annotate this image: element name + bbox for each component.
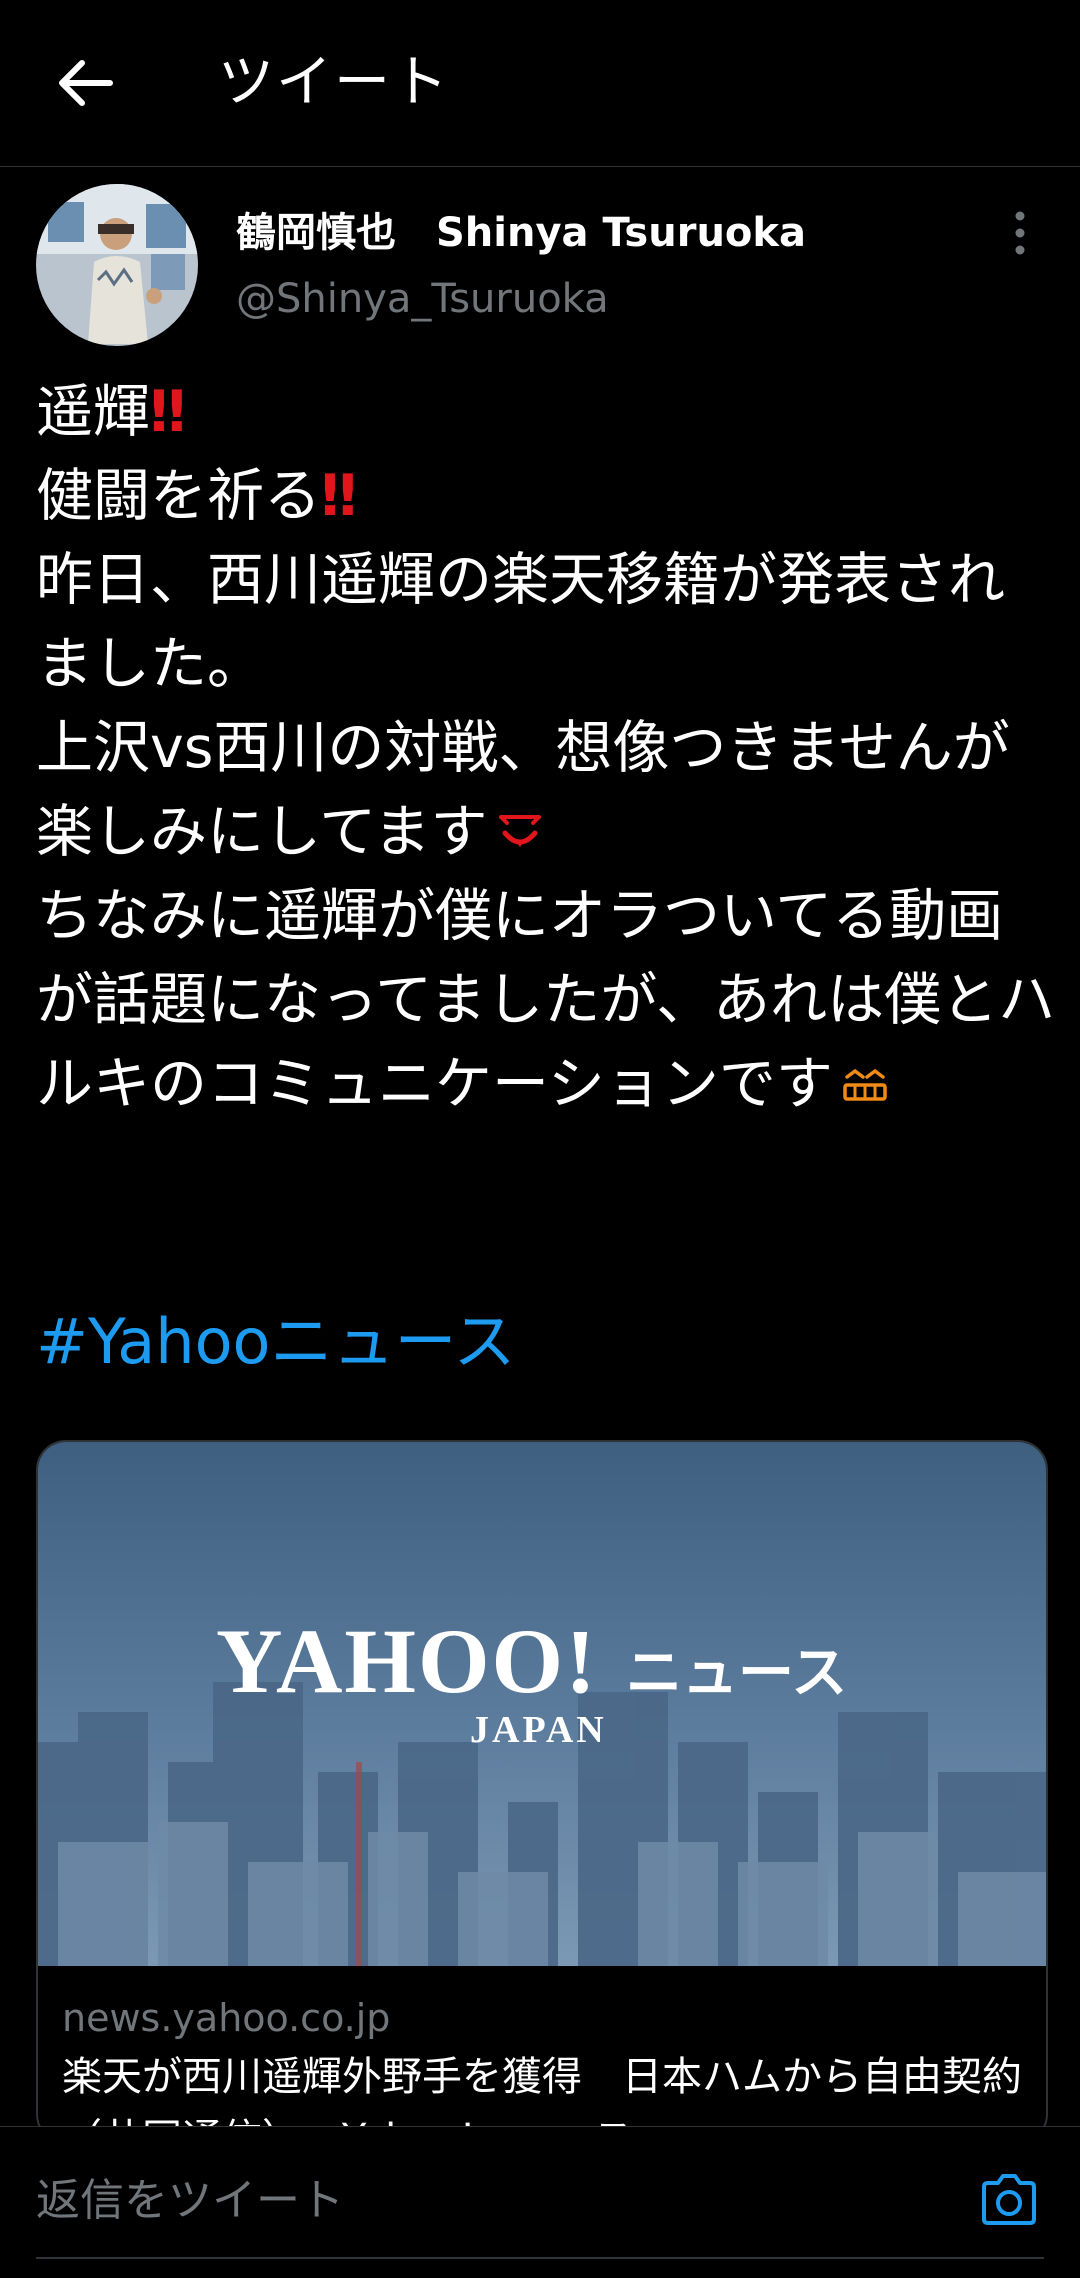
reply-bar: 返信をツイート	[0, 2126, 1080, 2278]
double-exclamation-emoji: ‼	[150, 379, 186, 445]
laughing-face-emoji-icon	[843, 1068, 887, 1101]
tweet-line-2: 健闘を祈る	[36, 463, 321, 529]
tweet-line-5: ちなみに遥輝が僕にオラついてる動画が話題になってましたが、あれは僕とハルキのコミ…	[36, 883, 1056, 1117]
page-title: ツイート	[218, 50, 450, 115]
link-preview-card[interactable]: YAHOO! JAPAN ニュース news.yahoo.co.jp 楽天が西川…	[36, 1440, 1048, 2144]
reply-divider	[36, 2257, 1044, 2259]
tweet-line-1: 遥輝	[36, 379, 150, 445]
camera-icon[interactable]	[976, 2167, 1042, 2233]
yahoo-logo-sub: JAPAN	[470, 1709, 607, 1751]
card-thumbnail: YAHOO! JAPAN ニュース	[38, 1442, 1046, 1966]
top-bar: ツイート	[0, 0, 1080, 167]
tweet-text: 遥輝‼ 健闘を祈る‼ 昨日、西川遥輝の楽天移籍が発表されました。 上沢vs西川の…	[36, 370, 1056, 1126]
yahoo-logo-news: ニュース	[626, 1641, 847, 1706]
back-arrow-icon[interactable]	[50, 48, 120, 118]
tweet-line-3: 昨日、西川遥輝の楽天移籍が発表されました。	[36, 547, 1005, 697]
user-handle[interactable]: @Shinya_Tsuruoka	[236, 272, 609, 326]
avatar[interactable]	[36, 184, 198, 346]
yahoo-logo-main: YAHOO!	[216, 1610, 598, 1712]
card-domain: news.yahoo.co.jp	[62, 1996, 391, 2040]
smiling-devil-emoji-icon	[499, 815, 542, 847]
more-options-icon[interactable]	[1000, 208, 1040, 258]
hashtag-link[interactable]: #Yahooニュース	[36, 1300, 515, 1384]
double-exclamation-emoji: ‼	[321, 463, 357, 529]
reply-input[interactable]: 返信をツイート	[36, 2173, 344, 2229]
display-name[interactable]: 鶴岡慎也 Shinya Tsuruoka	[236, 205, 806, 261]
